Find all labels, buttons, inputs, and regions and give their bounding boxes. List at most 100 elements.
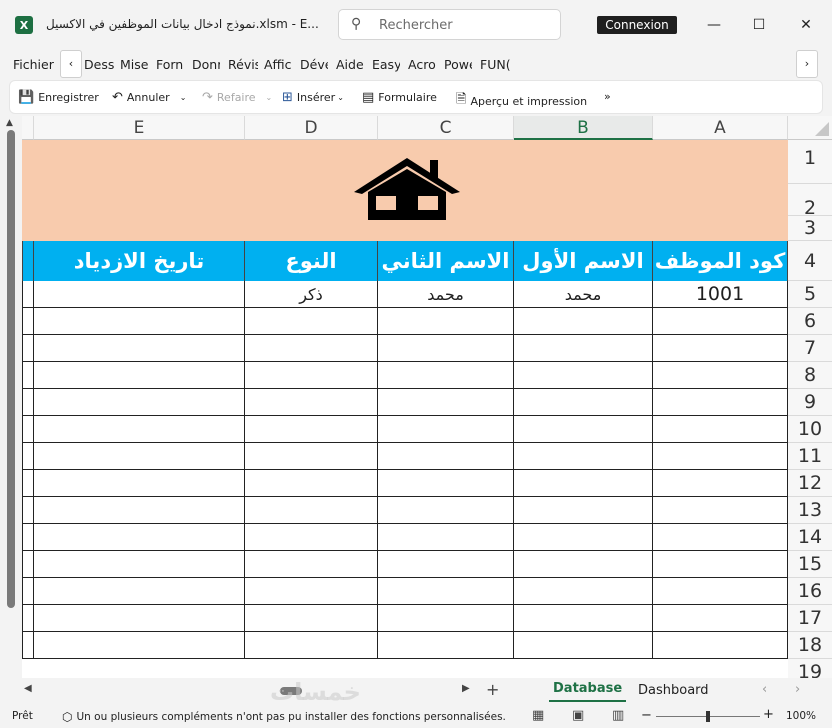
row-header[interactable]: 5	[788, 281, 832, 308]
table-cell[interactable]	[22, 389, 34, 416]
table-cell[interactable]	[34, 524, 245, 551]
header-first-name[interactable]: الاسم الأول	[514, 241, 653, 281]
table-cell[interactable]	[22, 551, 34, 578]
table-cell[interactable]	[22, 470, 34, 497]
table-cell[interactable]	[378, 389, 514, 416]
header-cell-partial[interactable]	[22, 241, 34, 281]
tab-functions[interactable]: FUN(	[480, 57, 510, 72]
table-cell[interactable]	[22, 578, 34, 605]
row-header[interactable]: 13	[788, 497, 832, 524]
table-cell[interactable]	[378, 470, 514, 497]
cell-gender[interactable]: ذكر	[245, 281, 378, 308]
column-header-d[interactable]: D	[245, 116, 378, 140]
cell-employee-code[interactable]: 1001	[653, 281, 788, 308]
scroll-left-icon[interactable]: ◀	[24, 683, 32, 694]
scroll-up-icon[interactable]: ▲	[6, 118, 13, 128]
row-header[interactable]: 6	[788, 308, 832, 335]
vertical-scrollbar[interactable]: ▲	[0, 116, 22, 678]
ribbon-scroll-right[interactable]: ›	[796, 50, 818, 78]
table-cell[interactable]	[514, 443, 653, 470]
print-preview-button[interactable]: 🗎 Aperçu et impression	[456, 90, 587, 112]
tab-review[interactable]: Révis	[228, 57, 258, 72]
table-cell[interactable]	[653, 308, 788, 335]
table-cell[interactable]	[378, 362, 514, 389]
zoom-level[interactable]: 100%	[786, 710, 816, 722]
table-cell[interactable]	[514, 308, 653, 335]
table-cell[interactable]	[378, 416, 514, 443]
table-cell[interactable]	[514, 470, 653, 497]
table-cell[interactable]	[34, 470, 245, 497]
tab-easy[interactable]: Easy	[372, 57, 400, 72]
zoom-out-button[interactable]: −	[641, 708, 652, 723]
table-cell[interactable]	[34, 551, 245, 578]
sheet-prev-icon[interactable]: ‹	[762, 682, 767, 697]
row-header[interactable]: 17	[788, 605, 832, 632]
header-gender[interactable]: النوع	[245, 241, 378, 281]
column-header-e[interactable]: E	[34, 116, 245, 140]
table-cell[interactable]	[653, 335, 788, 362]
page-layout-icon[interactable]: ▣	[572, 708, 584, 723]
column-header-a[interactable]: A	[653, 116, 788, 140]
maximize-button[interactable]: ☐	[744, 12, 774, 38]
table-cell[interactable]	[34, 308, 245, 335]
tab-view[interactable]: Afficl	[264, 57, 292, 72]
table-cell[interactable]	[378, 578, 514, 605]
table-cell[interactable]	[34, 416, 245, 443]
tab-acrobat[interactable]: Acro	[408, 57, 436, 72]
table-cell[interactable]	[22, 497, 34, 524]
cell-birth-date[interactable]	[34, 281, 245, 308]
table-cell[interactable]	[245, 551, 378, 578]
tab-formulas[interactable]: Forn	[156, 57, 184, 72]
sheet-tab-dashboard[interactable]: Dashboard	[634, 680, 713, 704]
table-cell[interactable]	[22, 632, 34, 659]
table-cell[interactable]	[22, 605, 34, 632]
add-sheet-button[interactable]: +	[486, 680, 499, 699]
table-cell[interactable]	[378, 524, 514, 551]
header-employee-code[interactable]: كود الموظف	[653, 241, 788, 281]
row-header[interactable]: 10	[788, 416, 832, 443]
row-header[interactable]: 16	[788, 578, 832, 605]
table-cell[interactable]	[34, 578, 245, 605]
table-cell[interactable]	[245, 578, 378, 605]
row-header[interactable]: 7	[788, 335, 832, 362]
row-header[interactable]: 3	[788, 216, 832, 241]
table-cell[interactable]	[653, 470, 788, 497]
column-header-c[interactable]: C	[378, 116, 514, 140]
table-cell[interactable]	[378, 497, 514, 524]
table-cell[interactable]	[245, 389, 378, 416]
table-cell[interactable]	[22, 335, 34, 362]
tab-layout[interactable]: Mise	[120, 57, 148, 72]
tab-developer[interactable]: Déve	[300, 57, 328, 72]
table-cell[interactable]	[653, 605, 788, 632]
table-cell[interactable]	[653, 524, 788, 551]
row-header[interactable]: 9	[788, 389, 832, 416]
table-cell[interactable]	[514, 497, 653, 524]
table-cell[interactable]	[245, 308, 378, 335]
row-header[interactable]: 19	[788, 659, 832, 678]
tab-help[interactable]: Aide	[336, 57, 366, 72]
table-cell[interactable]	[378, 335, 514, 362]
ribbon-scroll-left[interactable]: ‹	[60, 50, 82, 78]
row-header[interactable]: 2	[788, 184, 832, 219]
table-cell[interactable]	[34, 443, 245, 470]
undo-button[interactable]: ↶ Annuler ⌄	[112, 90, 186, 105]
table-cell[interactable]	[514, 416, 653, 443]
cell-second-name[interactable]: محمد	[378, 281, 514, 308]
row-header[interactable]: 4	[788, 241, 832, 281]
table-cell[interactable]	[653, 389, 788, 416]
table-cell[interactable]	[34, 497, 245, 524]
table-cell[interactable]	[514, 578, 653, 605]
table-cell[interactable]	[514, 362, 653, 389]
normal-view-icon[interactable]: ▦	[532, 708, 544, 723]
table-cell[interactable]	[653, 416, 788, 443]
table-cell[interactable]	[653, 497, 788, 524]
table-cell[interactable]	[245, 470, 378, 497]
table-cell[interactable]	[34, 362, 245, 389]
table-cell[interactable]	[514, 524, 653, 551]
table-cell[interactable]	[22, 443, 34, 470]
table-cell[interactable]	[34, 605, 245, 632]
header-second-name[interactable]: الاسم الثاني	[378, 241, 514, 281]
table-cell[interactable]	[653, 578, 788, 605]
table-cell[interactable]	[378, 443, 514, 470]
row-header[interactable]: 11	[788, 443, 832, 470]
